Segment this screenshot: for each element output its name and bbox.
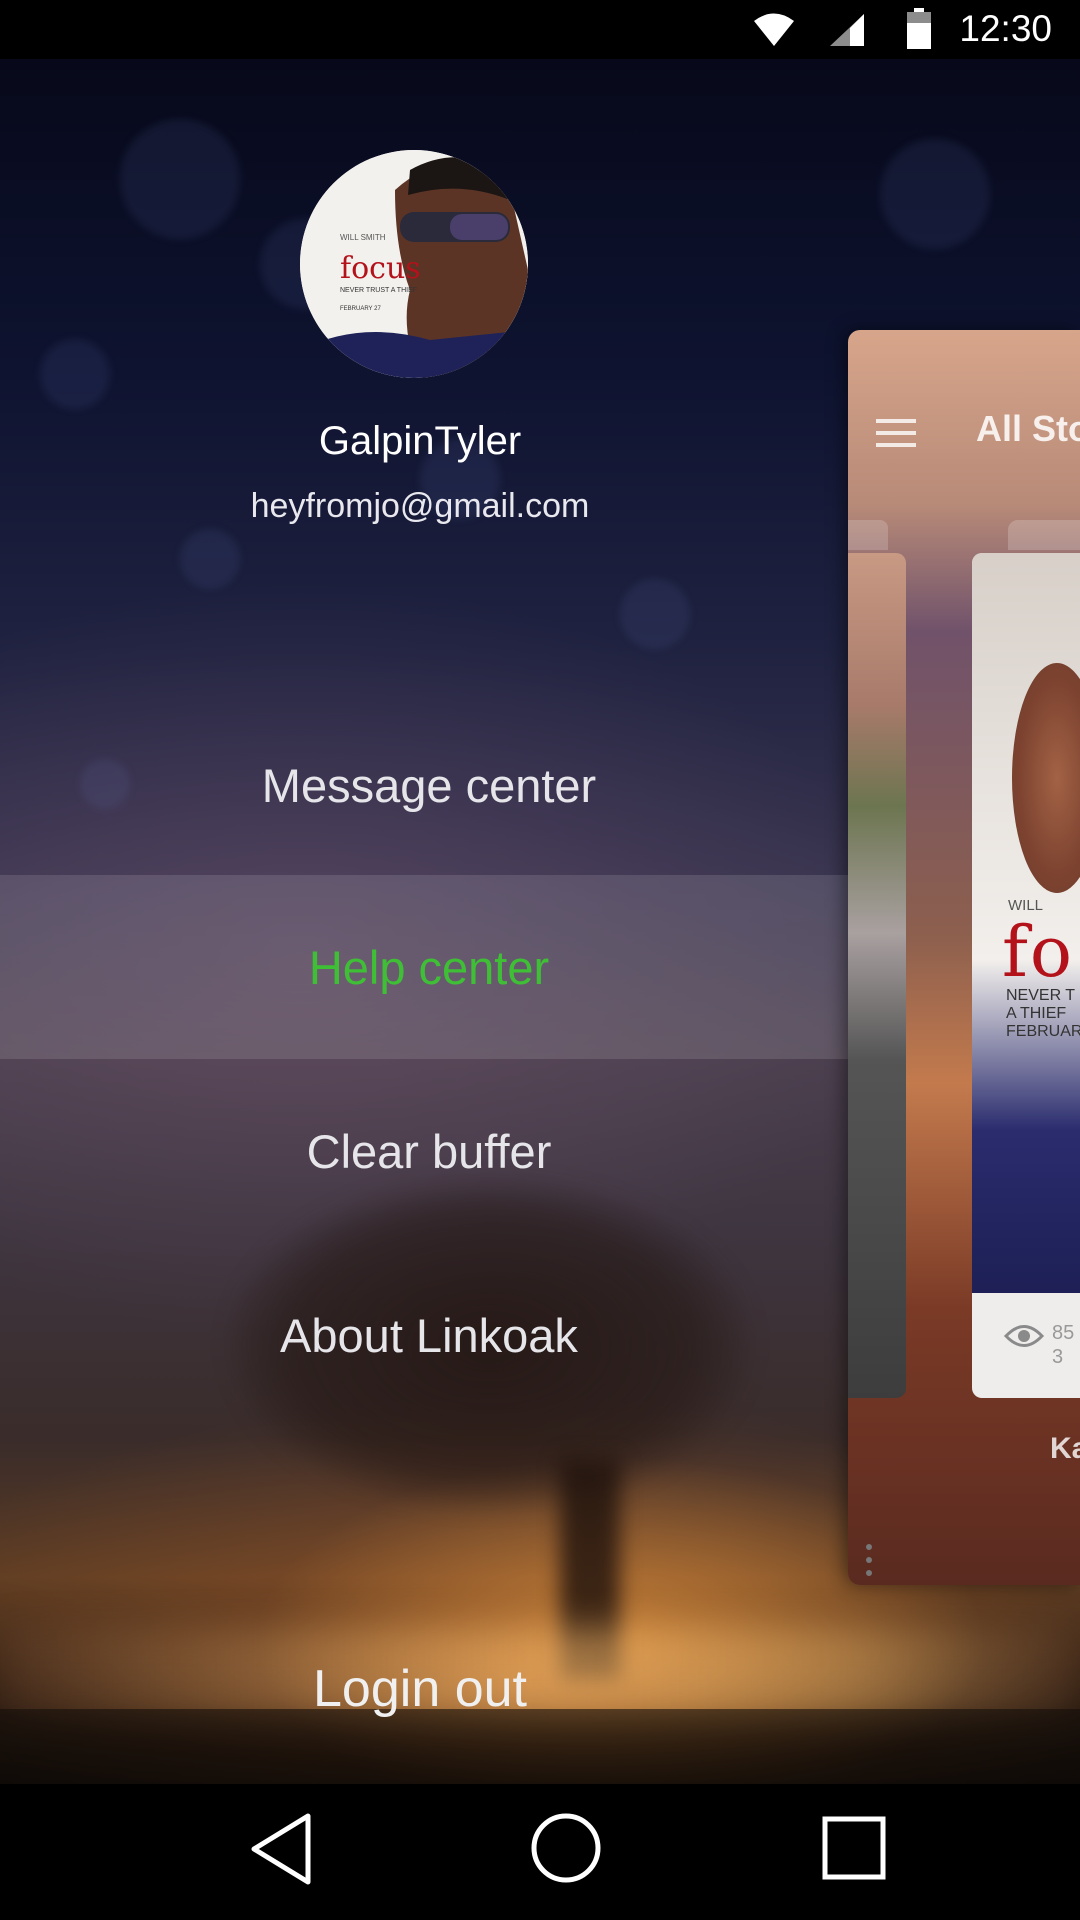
poster-tagline: NEVER T A THIEF FEBRUARY — [1006, 987, 1080, 1040]
card-stack-tab — [1008, 520, 1080, 550]
avatar-poster-tagline: NEVER TRUST A THIEF — [340, 287, 417, 294]
poster-ear — [1012, 663, 1080, 893]
battery-icon — [907, 8, 931, 49]
avatar-image: focus WILL SMITH NEVER TRUST A THIEF FEB… — [300, 150, 528, 378]
menu-item-label: Clear buffer — [306, 1124, 552, 1178]
menu-item-label: Message center — [261, 758, 597, 812]
story-author-label: Ka — [1050, 1432, 1080, 1465]
menu-item-label: Help center — [308, 940, 550, 994]
hamburger-menu-icon[interactable] — [876, 418, 916, 448]
avatar[interactable]: focus WILL SMITH NEVER TRUST A THIEF FEB… — [300, 150, 528, 378]
menu-item-help-center[interactable]: Help center — [0, 875, 858, 1059]
story-poster: WILL fo NEVER T A THIEF FEBRUARY — [972, 553, 1080, 1293]
avatar-poster-title: focus — [340, 251, 421, 286]
view-count: 85 3 — [1052, 1322, 1075, 1368]
eye-icon — [1004, 1325, 1044, 1347]
menu-item-about[interactable]: About Linkoak — [0, 1243, 858, 1427]
system-navigation-bar — [0, 1784, 1080, 1920]
logout-button[interactable]: Login out — [0, 1659, 840, 1719]
menu-item-message-center[interactable]: Message center — [0, 693, 858, 877]
user-name: GalpinTyler — [318, 419, 522, 463]
home-icon[interactable] — [530, 1812, 602, 1884]
back-icon[interactable] — [248, 1812, 314, 1886]
story-card-left[interactable] — [848, 553, 906, 1576]
avatar-poster-actor: WILL SMITH — [340, 233, 386, 242]
wifi-icon — [754, 13, 794, 46]
menu-item-label: About Linkoak — [280, 1308, 578, 1362]
recents-icon[interactable] — [822, 1816, 886, 1880]
signal-icon — [830, 14, 864, 46]
avatar-poster-date: FEBRUARY 27 — [340, 306, 381, 312]
navigation-drawer: focus WILL SMITH NEVER TRUST A THIEF FEB… — [0, 59, 858, 1784]
status-bar: 12:30 — [0, 0, 1080, 59]
poster-title: fo — [1002, 911, 1075, 993]
user-email: heyfromjo@gmail.com — [250, 487, 590, 525]
main-title: All Sto — [976, 408, 1080, 449]
status-time: 12:30 — [959, 8, 1052, 49]
menu-item-clear-buffer[interactable]: Clear buffer — [0, 1059, 858, 1243]
story-card-right[interactable]: WILL fo NEVER T A THIEF FEBRUARY 85 3 — [972, 553, 1080, 1398]
more-vert-icon[interactable] — [864, 1543, 874, 1577]
card-stack-tab — [848, 520, 888, 550]
main-screen-preview[interactable]: All Sto WILL fo NEVER T A THIEF FEBRUARY… — [848, 330, 1080, 1585]
